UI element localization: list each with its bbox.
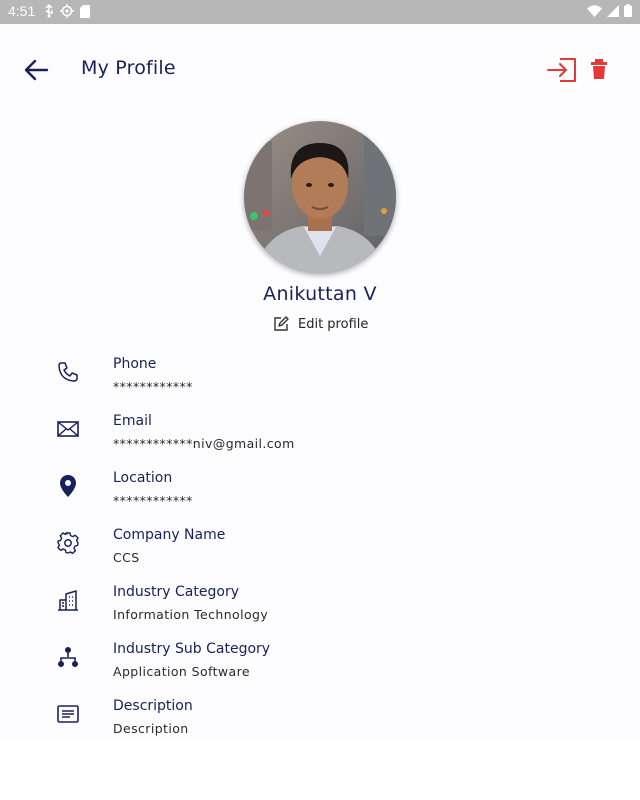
industry-subcategory-value: Application Software: [113, 664, 250, 679]
industry-category-label: Industry Category: [113, 584, 239, 600]
profile-photo: [244, 121, 396, 273]
usb-icon: [45, 4, 53, 18]
mail-icon: [56, 417, 80, 441]
buildings-icon: [56, 588, 80, 612]
wifi-icon: [587, 4, 602, 17]
profile-screen: My Profile Anikuttan V Edit profile Phon…: [0, 24, 640, 740]
description-value: Description: [113, 721, 189, 736]
logout-icon: [547, 58, 576, 82]
location-value: ************: [113, 493, 193, 508]
company-label: Company Name: [113, 527, 226, 543]
status-bar: 4:51: [0, 0, 640, 24]
gear-icon: [56, 531, 80, 555]
trash-icon: [591, 59, 607, 79]
edit-icon: [274, 316, 289, 331]
arrow-left-icon: [24, 59, 49, 81]
sd-card-icon: [80, 4, 90, 18]
avatar: [244, 121, 396, 273]
company-row: Company Name CCS: [0, 525, 640, 575]
industry-subcategory-row: Industry Sub Category Application Softwa…: [0, 639, 640, 689]
description-row: Description Description: [0, 696, 640, 746]
industry-category-row: Industry Category Information Technology: [0, 582, 640, 632]
bottom-blank-area: [0, 740, 640, 800]
page-title: My Profile: [81, 57, 176, 79]
hierarchy-icon: [56, 645, 80, 669]
status-time: 4:51: [8, 3, 36, 19]
company-value: CCS: [113, 550, 140, 565]
phone-icon: [56, 360, 80, 384]
gps-icon: [60, 4, 74, 18]
industry-category-value: Information Technology: [113, 607, 269, 622]
location-pin-icon: [56, 474, 80, 498]
phone-row: Phone ************: [0, 354, 640, 404]
logout-button[interactable]: [546, 57, 578, 83]
user-name: Anikuttan V: [263, 283, 377, 305]
back-button[interactable]: [20, 56, 52, 84]
edit-profile-button[interactable]: Edit profile: [272, 315, 368, 333]
edit-profile-label: Edit profile: [298, 316, 369, 332]
delete-account-button[interactable]: [588, 57, 610, 83]
location-label: Location: [113, 470, 173, 486]
signal-icon: [607, 4, 619, 17]
email-label: Email: [113, 413, 152, 429]
email-row: Email ************niv@gmail.com: [0, 411, 640, 461]
description-label: Description: [113, 698, 193, 714]
location-row: Location ************: [0, 468, 640, 518]
industry-subcategory-label: Industry Sub Category: [113, 641, 271, 657]
battery-icon: [624, 4, 632, 17]
email-value: ************niv@gmail.com: [113, 436, 295, 451]
phone-label: Phone: [113, 356, 157, 372]
phone-value: ************: [113, 379, 193, 394]
description-icon: [56, 702, 80, 726]
